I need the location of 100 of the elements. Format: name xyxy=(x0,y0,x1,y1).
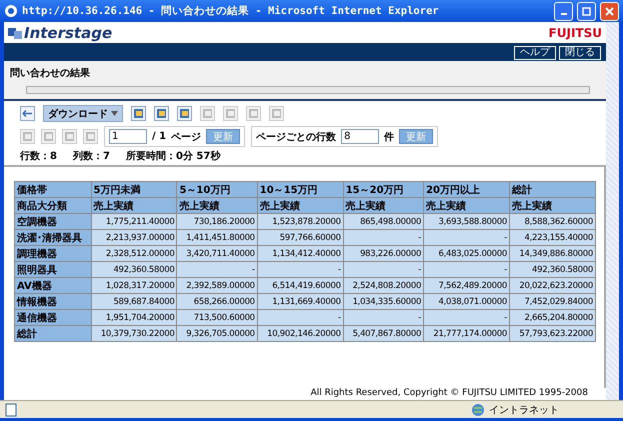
close-button[interactable] xyxy=(600,2,619,20)
table-cell: 1,028,317.20000 xyxy=(91,278,177,294)
table-cell: 730,186.20000 xyxy=(176,214,258,230)
page-input[interactable]: 1 xyxy=(109,129,147,144)
table-cell: 1,134,412.40000 xyxy=(257,246,344,262)
header-cell: 20万円以上 xyxy=(424,182,510,198)
header-cell: 売上実績 xyxy=(343,198,424,214)
table-cell: 1,034,335.60000 xyxy=(343,294,424,310)
table-cell: 3,693,588.80000 xyxy=(424,214,510,230)
minimize-button[interactable] xyxy=(554,2,573,20)
row-header-cell: 総計 xyxy=(14,326,92,342)
header-cell: 売上実績 xyxy=(257,198,344,214)
document-icon xyxy=(271,108,282,119)
rows-unit: 件 xyxy=(384,130,394,144)
document-icon xyxy=(179,108,190,119)
table-cell: 1,523,878.20000 xyxy=(257,214,344,230)
toolbar-button[interactable] xyxy=(177,106,192,121)
table-cell: 1,775,211.40000 xyxy=(91,214,177,230)
table-cell: 4,223,155.40000 xyxy=(510,230,596,246)
document-icon xyxy=(133,108,144,119)
table-cell: 1,951,704.20000 xyxy=(91,310,177,326)
zone-text: イントラネット xyxy=(489,404,559,416)
table-cell: 2,524,808.20000 xyxy=(343,278,424,294)
table-cell: - xyxy=(343,230,424,246)
header-cell: 15～20万円 xyxy=(343,182,424,198)
table-cell: 9,326,705.00000 xyxy=(176,326,258,342)
stat-text: 列数：7 xyxy=(72,150,110,163)
stat-text: 所要時間：0分 57秒 xyxy=(126,150,220,163)
table-cell: 983,226.00000 xyxy=(343,246,424,262)
caret-icon xyxy=(111,111,118,116)
header-cell: 商品大分類 xyxy=(14,198,92,214)
document-icon xyxy=(202,108,213,119)
table-cell: - xyxy=(257,262,344,278)
page-label: ページ xyxy=(171,130,202,144)
table-cell: 3,420,711.40000 xyxy=(176,246,258,262)
header-cell: 10～15万円 xyxy=(257,182,344,198)
table-cell: 8,588,362.60000 xyxy=(510,214,596,230)
window-title: http://10.36.26.146 - 問い合わせの結果 - Microsoft Internet Explorer xyxy=(22,4,440,18)
table-cell: - xyxy=(424,262,510,278)
logo-icon xyxy=(8,26,22,40)
nav-button[interactable]: ヘルプ xyxy=(514,46,556,60)
back-arrow-icon xyxy=(22,109,33,118)
table-cell: 589,687.84000 xyxy=(91,294,177,310)
table-cell: 492,360.58000 xyxy=(91,262,177,278)
document-icon xyxy=(43,131,54,142)
table-cell: 713,500.60000 xyxy=(176,310,258,326)
table-cell: 21,777,174.00000 xyxy=(424,326,510,342)
document-icon xyxy=(225,108,236,119)
document-icon xyxy=(248,108,259,119)
table-cell: 7,452,029.84000 xyxy=(510,294,596,310)
table-cell: 597,766.60000 xyxy=(257,230,344,246)
table-cell: 7,562,489.20000 xyxy=(424,278,510,294)
toolbar-button[interactable] xyxy=(154,106,169,121)
table-cell: 1,131,669.40000 xyxy=(257,294,344,310)
header-cell: 売上実績 xyxy=(91,198,177,214)
logo-text: Interstage xyxy=(24,24,112,42)
header-cell: 5～10万円 xyxy=(176,182,258,198)
stat-text: 行数：8 xyxy=(20,150,57,163)
header-cell: 売上実績 xyxy=(424,198,510,214)
document-icon xyxy=(22,131,33,142)
row-header-cell: 調理機器 xyxy=(14,246,92,262)
table-cell: 6,483,025.00000 xyxy=(424,246,510,262)
header-cell: 売上実績 xyxy=(510,198,596,214)
close-icon xyxy=(605,6,614,16)
document-icon xyxy=(156,108,167,119)
maximize-button[interactable] xyxy=(577,2,596,20)
toolbar-button[interactable] xyxy=(131,106,146,121)
table-cell: 2,328,512.00000 xyxy=(91,246,177,262)
header-cell: 価格帯 xyxy=(14,182,92,198)
table-cell: 2,213,937.00000 xyxy=(91,230,177,246)
back-button[interactable] xyxy=(20,106,35,121)
header-cell: 総計 xyxy=(510,182,596,198)
table-cell: 14,349,886.80000 xyxy=(510,246,596,262)
rows-input[interactable]: 8 xyxy=(341,129,380,144)
table-cell: 4,038,071.00000 xyxy=(424,294,510,310)
row-header-cell: 情報機器 xyxy=(14,294,92,310)
table-cell: - xyxy=(424,310,510,326)
browser-icon xyxy=(4,4,18,18)
brand-logo: FUJITSU xyxy=(548,26,602,40)
table-cell: 658,266.00000 xyxy=(176,294,258,310)
row-header-cell: 洗濯･清掃器具 xyxy=(14,230,92,246)
table-cell: 5,407,867.80000 xyxy=(343,326,424,342)
table-cell: - xyxy=(257,310,344,326)
row-header-cell: 照明器具 xyxy=(14,262,92,278)
table-cell: 865,498.00000 xyxy=(343,214,424,230)
header-cell: 売上実績 xyxy=(176,198,258,214)
table-cell: 10,902,146.20000 xyxy=(257,326,344,342)
table-cell: - xyxy=(343,310,424,326)
header-cell: 5万円未満 xyxy=(91,182,177,198)
download-dropdown[interactable]: ダウンロード xyxy=(43,105,123,122)
table-cell: 492,360.58000 xyxy=(510,262,596,278)
table-cell: 2,392,589.00000 xyxy=(176,278,258,294)
nav-button[interactable]: 閉じる xyxy=(559,46,601,60)
scrollbar[interactable] xyxy=(606,22,619,400)
table-cell: - xyxy=(176,262,258,278)
document-icon xyxy=(64,131,75,142)
table-cell: 2,665,204.80000 xyxy=(510,310,596,326)
table-cell: 6,514,419.60000 xyxy=(257,278,344,294)
rows-label: ページごとの行数 xyxy=(256,130,336,144)
row-header-cell: 通信機器 xyxy=(14,310,92,326)
